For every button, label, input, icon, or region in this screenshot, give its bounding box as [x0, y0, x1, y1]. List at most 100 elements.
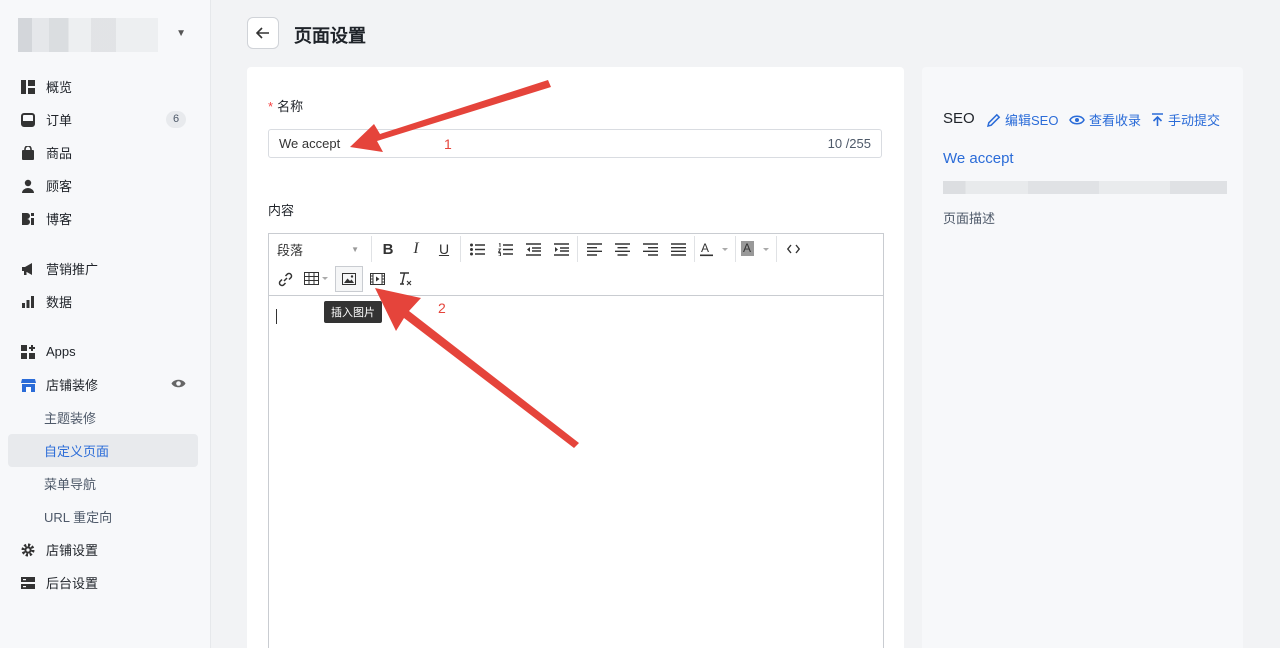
align-right-icon[interactable]: [636, 236, 664, 262]
seo-url-blurred: [943, 181, 1227, 194]
sidebar-item-label: 店铺设置: [46, 543, 99, 558]
sidebar-item-menu-nav[interactable]: 菜单导航: [8, 467, 198, 500]
sidebar-item-label: 营销推广: [46, 262, 99, 277]
sidebar-item-admin-settings[interactable]: 后台设置: [8, 566, 198, 599]
bold-icon[interactable]: B: [374, 236, 402, 262]
sidebar-item-label: 数据: [46, 295, 73, 310]
store-switcher[interactable]: ▼: [18, 18, 190, 52]
page-title: 页面设置: [294, 26, 366, 46]
back-button[interactable]: [247, 17, 279, 49]
sidebar-nav: 概览 订单 6 商品 顾客 博客 营销推广 数据 Apps 店铺装修 主题装修 …: [8, 70, 198, 599]
eye-icon[interactable]: [171, 377, 186, 392]
view-index-link[interactable]: 查看收录: [1069, 110, 1141, 129]
sidebar-item-theme[interactable]: 主题装修: [8, 401, 198, 434]
sidebar-item-url-redirect[interactable]: URL 重定向: [8, 500, 198, 533]
sidebar-item-label: Apps: [46, 344, 76, 359]
underline-icon[interactable]: U: [430, 236, 458, 262]
megaphone-icon: [20, 261, 36, 277]
sidebar-item-products[interactable]: 商品: [8, 136, 198, 169]
sidebar-item-orders[interactable]: 订单 6: [8, 103, 198, 136]
sidebar-item-marketing[interactable]: 营销推广: [8, 252, 198, 285]
sidebar-item-label: 主题装修: [44, 411, 97, 426]
sidebar-item-store-settings[interactable]: 店铺设置: [8, 533, 198, 566]
gear-icon: [20, 542, 36, 558]
sidebar-item-custom-pages[interactable]: 自定义页面: [8, 434, 198, 467]
sidebar-item-label: 博客: [46, 212, 73, 227]
table-icon[interactable]: [299, 266, 335, 292]
bar-chart-icon: [20, 294, 36, 310]
seo-title: SEO: [943, 110, 975, 127]
content-label: 内容: [268, 203, 295, 218]
bullet-list-icon[interactable]: [463, 236, 491, 262]
dashboard-icon: [20, 79, 36, 95]
sidebar-item-label: 菜单导航: [44, 477, 97, 492]
sidebar-item-label: 订单: [46, 113, 73, 128]
sidebar-item-label: 商品: [46, 146, 73, 161]
editor-toolbar: 段落 ▼ B I U A A: [269, 234, 883, 296]
inbox-icon: [20, 112, 36, 128]
eye-icon: [1069, 115, 1085, 124]
seo-page-title: We accept: [943, 150, 1014, 167]
sidebar-item-label: 店铺装修: [46, 378, 99, 393]
sidebar-item-apps[interactable]: Apps: [8, 335, 198, 368]
insert-image-icon[interactable]: [335, 266, 363, 292]
person-icon: [20, 178, 36, 194]
page-form-card: * 名称 We accept 10 /255 内容 段落 ▼ B I U A A…: [247, 67, 904, 648]
indent-icon[interactable]: [547, 236, 575, 262]
sidebar-item-store-design[interactable]: 店铺装修: [8, 368, 198, 401]
rich-text-editor: 段落 ▼ B I U A A 插入图片: [268, 233, 884, 648]
code-view-icon[interactable]: [779, 236, 807, 262]
outdent-icon[interactable]: [519, 236, 547, 262]
upload-icon: [1152, 112, 1163, 126]
italic-icon[interactable]: I: [402, 236, 430, 262]
paragraph-format-select[interactable]: 段落 ▼: [269, 236, 369, 262]
align-center-icon[interactable]: [608, 236, 636, 262]
name-input[interactable]: We accept 10 /255: [268, 129, 882, 158]
insert-image-tooltip: 插入图片: [324, 301, 382, 323]
pencil-icon: [987, 113, 1001, 127]
numbered-list-icon[interactable]: [491, 236, 519, 262]
sidebar-item-analytics[interactable]: 数据: [8, 285, 198, 318]
sidebar-item-blog[interactable]: 博客: [8, 202, 198, 235]
sidebar-item-label: 概览: [46, 80, 73, 95]
store-name-blurred: [18, 18, 158, 52]
svg-text:A: A: [701, 241, 709, 255]
char-counter: 10 /255: [827, 136, 871, 151]
sidebar-item-label: 后台设置: [46, 576, 99, 591]
view-index-label: 查看收录: [1089, 113, 1142, 128]
name-input-value: We accept: [279, 136, 341, 151]
name-label: * 名称: [268, 99, 304, 114]
align-left-icon[interactable]: [580, 236, 608, 262]
link-icon[interactable]: [271, 266, 299, 292]
chevron-down-icon: ▼: [176, 28, 186, 39]
text-color-icon[interactable]: A: [697, 236, 733, 262]
sidebar-item-customers[interactable]: 顾客: [8, 169, 198, 202]
order-count-badge: 6: [166, 111, 186, 128]
svg-text:A: A: [743, 241, 751, 255]
align-justify-icon[interactable]: [664, 236, 692, 262]
required-mark: *: [268, 99, 274, 114]
background-color-icon[interactable]: A: [738, 236, 774, 262]
blog-icon: [20, 211, 36, 227]
edit-seo-link[interactable]: 编辑SEO: [987, 110, 1058, 129]
text-cursor: [276, 309, 277, 324]
manual-submit-label: 手动提交: [1168, 113, 1221, 128]
seo-panel: SEO 编辑SEO 查看收录 手动提交 We accept 页面描述: [922, 67, 1243, 648]
sidebar-item-label: 自定义页面: [44, 444, 110, 459]
clear-format-icon[interactable]: [391, 266, 419, 292]
sidebar-item-label: URL 重定向: [44, 510, 113, 525]
sidebar-item-label: 顾客: [46, 179, 73, 194]
annotation-number-1: 1: [444, 136, 452, 152]
sidebar-item-overview[interactable]: 概览: [8, 70, 198, 103]
edit-seo-label: 编辑SEO: [1005, 113, 1059, 128]
annotation-number-2: 2: [438, 300, 446, 316]
insert-video-icon[interactable]: [363, 266, 391, 292]
store-icon: [20, 377, 36, 393]
server-icon: [20, 575, 36, 591]
paragraph-format-value: 段落: [277, 242, 304, 258]
apps-icon: [20, 344, 36, 360]
manual-submit-link[interactable]: 手动提交: [1151, 110, 1220, 129]
seo-description: 页面描述: [943, 211, 996, 226]
sidebar: ▼ 概览 订单 6 商品 顾客 博客 营销推广 数据 Apps 店铺装修 主题装…: [0, 0, 211, 648]
arrow-left-icon: [256, 27, 269, 39]
